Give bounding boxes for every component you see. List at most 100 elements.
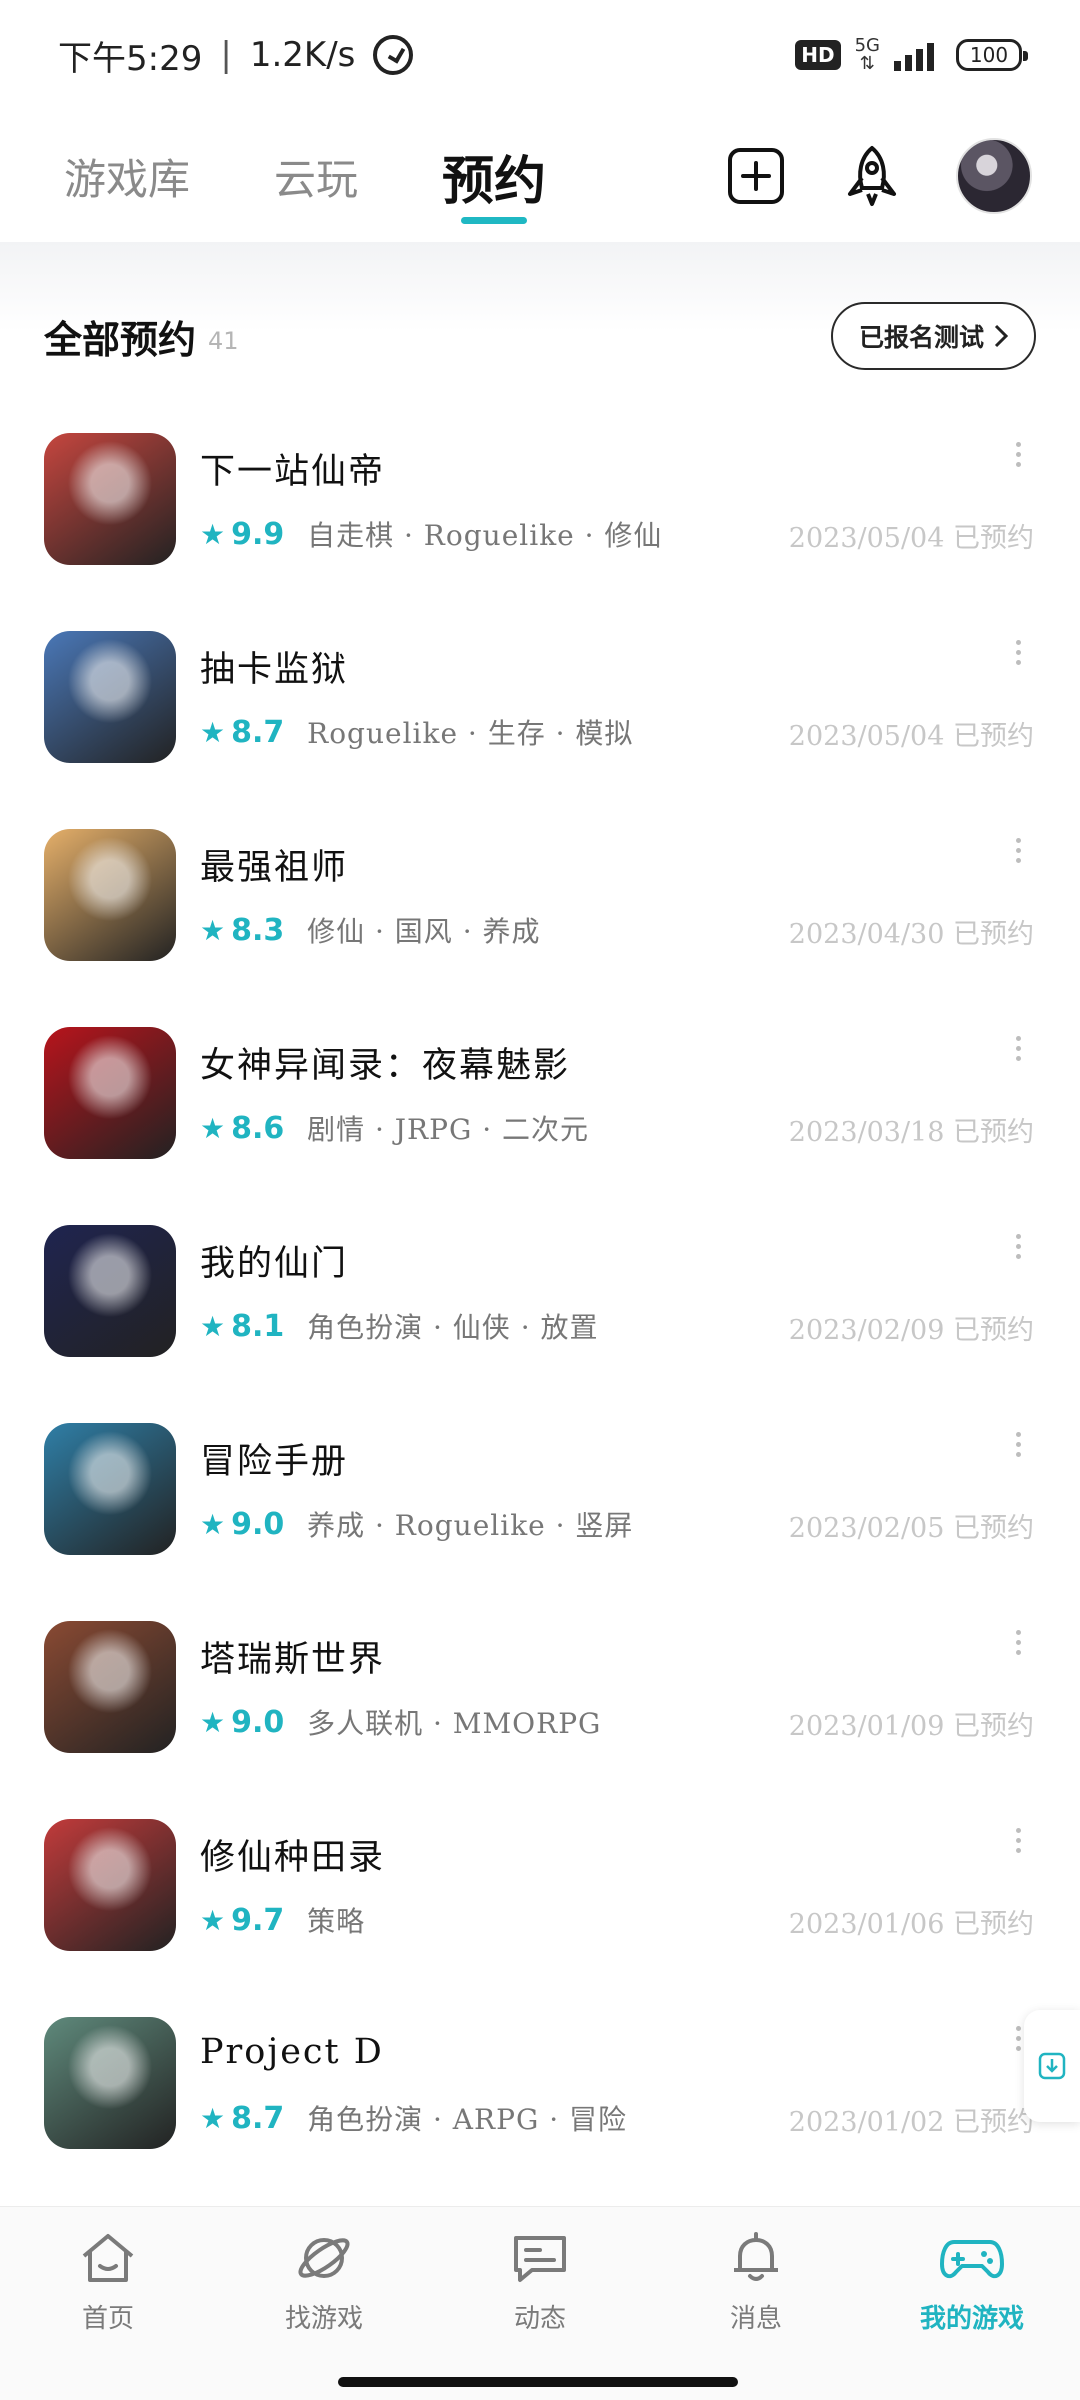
game-row[interactable]: 修仙种田录 ★ 9.7 策略 2023/01/06 已预约	[0, 1786, 1080, 1984]
reserve-date: 2023/04/30	[788, 919, 945, 950]
status-left: 下午5:29 | 1.2K/s	[58, 31, 414, 80]
net-speed: 1.2K/s	[249, 35, 356, 75]
tab-cloud-play[interactable]: 云玩	[274, 112, 358, 240]
game-icon[interactable]	[44, 631, 176, 763]
game-icon[interactable]	[44, 1423, 176, 1555]
nav-label: 动态	[513, 2303, 566, 2334]
floating-download-tab[interactable]	[1024, 2010, 1080, 2122]
game-icon[interactable]	[44, 433, 176, 565]
game-row[interactable]: 抽卡监狱 ★ 8.7 Roguelike · 生存 · 模拟 2023/05/04 已预…	[0, 598, 1080, 796]
reserve-info: 2023/01/06 已预约	[789, 1902, 1034, 1941]
game-icon[interactable]	[44, 2017, 176, 2149]
game-title: 我的仙门	[200, 1243, 349, 1284]
more-options-icon[interactable]	[1008, 838, 1028, 863]
reserve-date: 2023/03/18	[788, 1117, 945, 1148]
more-options-icon[interactable]	[1008, 1036, 1028, 1061]
home-indicator[interactable]	[338, 2377, 738, 2387]
bottom-nav: 首页 找游戏 动态 消息 我的游戏	[0, 2206, 1080, 2400]
gamepad-icon	[940, 2239, 1004, 2278]
alarm-icon	[373, 35, 414, 75]
more-options-icon[interactable]	[1008, 442, 1028, 467]
boost-button[interactable]	[840, 144, 904, 208]
avatar[interactable]	[956, 138, 1032, 214]
tab-reservations[interactable]: 预约	[442, 112, 546, 240]
game-rating: 9.0	[231, 1506, 285, 1542]
section-header: 全部预约 41 已报名测试	[0, 272, 1080, 400]
game-title: 修仙种田录	[200, 1837, 386, 1878]
game-row[interactable]: 我的仙门 ★ 8.1 角色扮演 · 仙侠 · 放置 2023/02/09 已预约	[0, 1192, 1080, 1390]
nav-label: 找游戏	[284, 2303, 363, 2334]
tab-label: 预约	[442, 150, 547, 212]
star-icon: ★	[200, 1309, 226, 1343]
reserve-status: 已预约	[953, 1909, 1034, 1940]
nav-home[interactable]: 首页	[0, 2207, 216, 2357]
reserve-info: 2023/02/09 已预约	[789, 1308, 1034, 1347]
game-row[interactable]: 塔瑞斯世界 ★ 9.0 多人联机 · MMORPG 2023/01/09 已预约	[0, 1588, 1080, 1786]
reserve-info: 2023/05/04 已预约	[789, 516, 1034, 555]
game-rating: 8.7	[231, 2100, 285, 2136]
nav-my-games[interactable]: 我的游戏	[864, 2207, 1080, 2357]
game-icon[interactable]	[44, 1225, 176, 1357]
game-rating: 8.1	[231, 1308, 285, 1344]
game-rating: 9.0	[231, 1704, 285, 1740]
game-row[interactable]: 下一站仙帝 ★ 9.9 自走棋 · Roguelike · 修仙 2023/05/04 …	[0, 400, 1080, 598]
game-icon[interactable]	[44, 1027, 176, 1159]
reserve-info: 2023/02/05 已预约	[789, 1506, 1034, 1545]
game-row[interactable]: 冒险手册 ★ 9.0 养成 · Roguelike · 竖屏 2023/02/05 已预…	[0, 1390, 1080, 1588]
nav-messages[interactable]: 消息	[648, 2207, 864, 2357]
star-icon: ★	[200, 715, 226, 749]
status-time: 下午5:29	[58, 38, 203, 79]
game-title: 下一站仙帝	[200, 451, 386, 492]
nav-find-games[interactable]: 找游戏	[216, 2207, 432, 2357]
more-options-icon[interactable]	[1008, 1234, 1028, 1259]
network-type: 5G ⇅	[855, 37, 880, 73]
game-list: 下一站仙帝 ★ 9.9 自走棋 · Roguelike · 修仙 2023/05/04 …	[0, 400, 1080, 2182]
more-options-icon[interactable]	[1008, 640, 1028, 665]
game-title: 塔瑞斯世界	[200, 1639, 386, 1680]
game-rating: 8.3	[231, 912, 285, 948]
game-tags: 修仙 · 国风 · 养成	[307, 915, 541, 948]
chevron-right-icon	[994, 324, 1008, 348]
game-tags: 角色扮演 · 仙侠 · 放置	[307, 1311, 599, 1344]
reserve-date: 2023/01/06	[788, 1909, 945, 1940]
game-icon[interactable]	[44, 1621, 176, 1753]
game-row[interactable]: 最强祖师 ★ 8.3 修仙 · 国风 · 养成 2023/04/30 已预约	[0, 796, 1080, 994]
bell-icon	[734, 2231, 778, 2281]
signal-icon	[894, 39, 934, 71]
game-tags: 剧情 · JRPG · 二次元	[307, 1113, 590, 1146]
nav-feed[interactable]: 动态	[432, 2207, 648, 2357]
status-bar: 下午5:29 | 1.2K/s HD 5G ⇅ 100	[0, 0, 1080, 110]
download-icon	[1038, 2052, 1066, 2080]
star-icon: ★	[200, 1705, 226, 1739]
star-icon: ★	[200, 1507, 226, 1541]
nav-label: 首页	[81, 2303, 134, 2334]
planet-icon	[298, 2237, 350, 2278]
hd-badge: HD	[795, 40, 841, 70]
more-options-icon[interactable]	[1008, 1828, 1028, 1853]
reserve-info: 2023/03/18 已预约	[789, 1110, 1034, 1149]
tab-game-library[interactable]: 游戏库	[64, 112, 190, 240]
registered-tests-button[interactable]: 已报名测试	[830, 302, 1036, 370]
status-separator: |	[220, 35, 232, 75]
game-tags: Roguelike · 生存 · 模拟	[307, 717, 634, 750]
main-content: 全部预约 41 已报名测试 下一站仙帝 ★ 9.9 自走棋 · Roguelike ·…	[0, 242, 1080, 2206]
battery-icon: 100	[956, 39, 1028, 71]
game-row[interactable]: Project D ★ 8.7 角色扮演 · ARPG · 冒险 2023/01/02 …	[0, 1984, 1080, 2182]
more-options-icon[interactable]	[1008, 1432, 1028, 1457]
game-tags: 自走棋 · Roguelike · 修仙	[307, 519, 663, 552]
add-button[interactable]	[724, 144, 788, 208]
status-right: HD 5G ⇅ 100	[795, 37, 1028, 73]
game-icon[interactable]	[44, 1819, 176, 1951]
more-options-icon[interactable]	[1008, 1630, 1028, 1655]
game-icon[interactable]	[44, 829, 176, 961]
game-row[interactable]: 女神异闻录：夜幕魅影 ★ 8.6 剧情 · JRPG · 二次元 2023/03/18 …	[0, 994, 1080, 1192]
home-icon	[82, 2233, 134, 2282]
star-icon: ★	[200, 913, 226, 947]
reserve-date: 2023/05/04	[788, 721, 945, 752]
chat-icon	[514, 2235, 566, 2282]
reserve-status: 已预约	[953, 523, 1034, 554]
reserve-status: 已预约	[953, 2107, 1034, 2138]
section-title: 全部预约	[44, 316, 197, 362]
reserve-status: 已预约	[953, 1117, 1034, 1148]
top-nav: 游戏库 云玩 预约	[0, 112, 1080, 240]
